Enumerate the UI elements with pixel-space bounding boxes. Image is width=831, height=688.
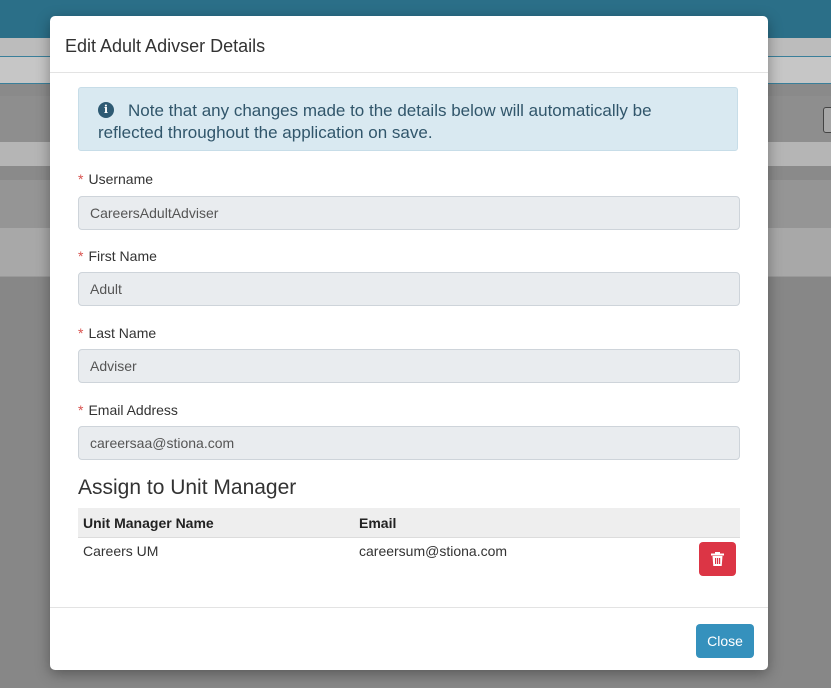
trash-icon — [711, 552, 724, 566]
last-name-label: * Last Name — [78, 325, 156, 341]
modal-title: Edit Adult Adivser Details — [65, 36, 266, 56]
email-input[interactable] — [78, 426, 740, 460]
required-marker: * — [78, 248, 84, 264]
first-name-input[interactable] — [78, 272, 740, 306]
close-button[interactable]: Close — [696, 624, 754, 658]
email-label: * Email Address — [78, 402, 178, 418]
username-input[interactable] — [78, 196, 740, 230]
table-header: Unit Manager Name Email — [78, 508, 740, 538]
first-name-label: * First Name — [78, 248, 157, 264]
table-row: Careers UM careersum@stiona.com — [78, 538, 740, 580]
required-marker: * — [78, 325, 84, 341]
last-name-input[interactable] — [78, 349, 740, 383]
background-button — [823, 107, 831, 133]
username-label: * Username — [78, 171, 153, 187]
column-header-email: Email — [359, 515, 397, 531]
modal-header: Edit Adult Adivser Details — [50, 16, 768, 73]
assign-section-title: Assign to Unit Manager — [78, 476, 297, 499]
first-name-label-text: First Name — [88, 248, 157, 264]
email-label-text: Email Address — [88, 402, 178, 418]
info-alert-text: Note that any changes made to the detail… — [98, 101, 652, 142]
edit-adviser-modal: Edit Adult Adivser Details i Note that a… — [50, 16, 768, 670]
last-name-label-text: Last Name — [88, 325, 157, 341]
column-header-name: Unit Manager Name — [83, 515, 214, 531]
unit-manager-email: careersum@stiona.com — [359, 543, 508, 559]
unit-manager-name: Careers UM — [83, 543, 159, 559]
required-marker: * — [78, 171, 84, 187]
modal-footer: Close — [50, 607, 768, 671]
info-alert: i Note that any changes made to the deta… — [78, 87, 738, 151]
username-label-text: Username — [88, 171, 154, 187]
unit-manager-table: Unit Manager Name Email Careers UM caree… — [78, 508, 740, 580]
required-marker: * — [78, 402, 84, 418]
delete-unit-manager-button[interactable] — [699, 542, 736, 576]
